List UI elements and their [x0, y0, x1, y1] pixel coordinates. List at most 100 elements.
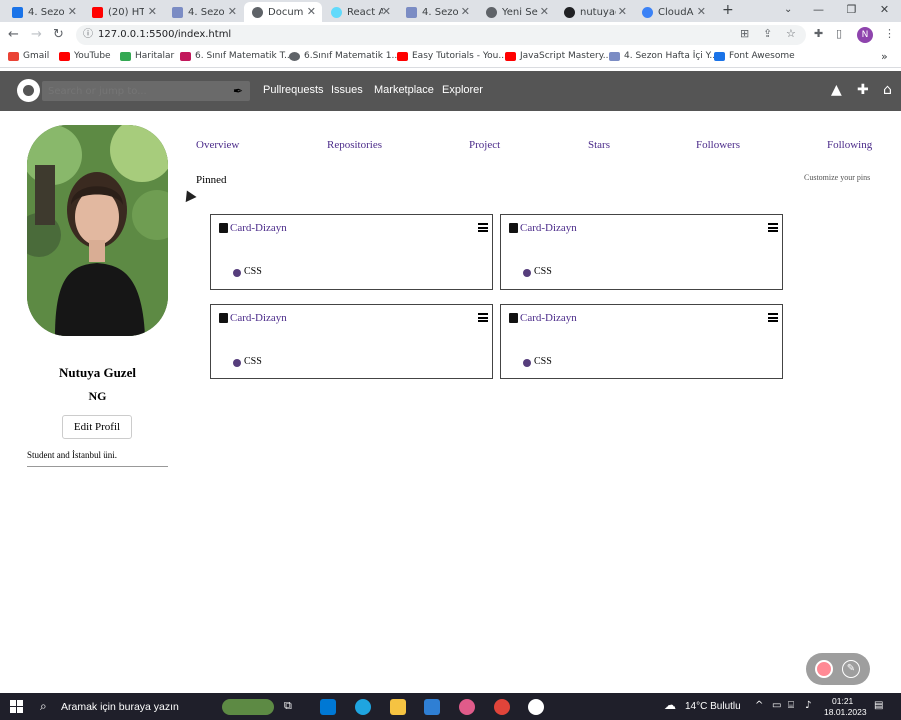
browser-profile-avatar[interactable]: N	[857, 27, 873, 43]
new-tab-icon[interactable]: +	[722, 2, 734, 18]
search-input[interactable]	[42, 81, 250, 101]
mail-icon[interactable]	[320, 699, 336, 715]
vscode-icon[interactable]	[424, 699, 440, 715]
hamburger-menu-icon[interactable]	[768, 313, 778, 324]
bookmark-item[interactable]: Gmail	[8, 51, 49, 61]
hamburger-menu-icon[interactable]	[768, 223, 778, 234]
bookmark-item[interactable]: 6. Sınıf Matematik T...	[180, 51, 293, 61]
slack-icon[interactable]	[459, 699, 475, 715]
bookmark-item[interactable]: Easy Tutorials - You...	[397, 51, 507, 61]
more-bookmarks-icon[interactable]: »	[881, 50, 888, 63]
translate-icon[interactable]: ⊞	[740, 27, 749, 40]
taskbar-search[interactable]: Aramak için buraya yazın	[61, 701, 179, 713]
bookmark-item[interactable]: Font Awesome	[714, 51, 795, 61]
share-icon[interactable]: ⇪	[763, 27, 772, 40]
extensions-icon[interactable]: ✚	[814, 27, 823, 40]
customize-pins-link[interactable]: Customize your pins	[804, 173, 870, 182]
close-tab-icon[interactable]: ✕	[148, 5, 157, 18]
browser-tab[interactable]: 4. Sezon ✕	[398, 2, 476, 22]
hamburger-menu-icon[interactable]	[478, 223, 488, 234]
close-tab-icon[interactable]: ✕	[68, 5, 77, 18]
close-tab-icon[interactable]: ✕	[697, 5, 706, 18]
volume-icon[interactable]: ♪	[805, 700, 811, 711]
nav-explorer[interactable]: Explorer	[442, 84, 483, 96]
tab-project[interactable]: Project	[469, 139, 500, 151]
github-logo-icon[interactable]	[17, 79, 40, 102]
minimize-icon[interactable]: —	[802, 0, 835, 22]
tray-app-icon[interactable]: ▭	[772, 700, 781, 711]
tab-repositories[interactable]: Repositories	[327, 139, 382, 151]
menu-dots-icon[interactable]: ⋮	[884, 27, 895, 40]
side-panel-icon[interactable]: ▯	[836, 27, 842, 40]
record-icon[interactable]	[815, 660, 833, 678]
browser-tab[interactable]: nutuyag ✕	[556, 2, 633, 22]
browser-tab[interactable]: Yeni Sekme ✕	[478, 2, 555, 22]
close-tab-icon[interactable]: ✕	[382, 5, 391, 18]
bookmark-item[interactable]: YouTube	[59, 51, 111, 61]
pinned-repo-card[interactable]: Card-Dizayn CSS	[500, 304, 783, 379]
pencil-icon[interactable]: ✎	[842, 660, 860, 678]
nav-marketplace[interactable]: Marketplace	[374, 84, 434, 96]
clock-date[interactable]: 18.01.2023	[824, 707, 867, 717]
browser-tab-active[interactable]: Document ✕	[244, 2, 322, 22]
repo-language: CSS	[244, 266, 262, 277]
bookmark-item[interactable]: JavaScript Mastery...	[505, 51, 611, 61]
pinned-repo-card[interactable]: Card-Dizayn CSS	[210, 214, 493, 290]
bell-icon[interactable]: ▲	[831, 82, 842, 98]
search-icon[interactable]: ⌕	[40, 699, 47, 714]
show-hidden-icons-icon[interactable]: ^	[755, 700, 763, 711]
tab-followers[interactable]: Followers	[696, 139, 740, 151]
notifications-icon[interactable]: ▤	[874, 700, 883, 711]
url-text: 127.0.0.1:5500/index.html	[98, 29, 232, 40]
bookmark-star-icon[interactable]: ☆	[786, 27, 796, 40]
forward-icon[interactable]: →	[31, 27, 42, 42]
plus-icon[interactable]: ✚	[857, 82, 869, 98]
bookmark-item[interactable]: Haritalar	[120, 51, 174, 61]
reload-icon[interactable]: ↻	[53, 27, 64, 42]
youtube-icon	[505, 51, 516, 61]
tab-overview[interactable]: Overview	[196, 139, 239, 151]
weather-text[interactable]: 14°C Bulutlu	[685, 701, 741, 712]
clock-time[interactable]: 01:21	[832, 696, 853, 706]
close-window-icon[interactable]: ✕	[868, 0, 901, 22]
widget-tree-icon[interactable]	[222, 699, 274, 715]
task-view-icon[interactable]: ⧉	[284, 699, 300, 715]
nav-issues[interactable]: Issues	[331, 84, 363, 96]
browser-tab[interactable]: (20) HTML ✕	[84, 2, 163, 22]
restore-icon[interactable]: ❐	[835, 0, 868, 22]
back-icon[interactable]: ←	[8, 27, 19, 42]
windows-start-icon[interactable]	[10, 700, 23, 713]
tab-following[interactable]: Following	[827, 139, 872, 151]
cloud-app-icon[interactable]	[528, 699, 544, 715]
file-explorer-icon[interactable]	[390, 699, 406, 715]
edge-icon[interactable]	[355, 699, 371, 715]
home-icon[interactable]: ⌂	[883, 82, 892, 98]
repo-name-link[interactable]: Card-Dizayn	[230, 312, 287, 324]
repo-name-link[interactable]: Card-Dizayn	[230, 222, 287, 234]
bookmark-item[interactable]: 4. Sezon Hafta İçi Y...	[609, 51, 718, 61]
close-tab-icon[interactable]: ✕	[540, 5, 549, 18]
nav-pullrequests[interactable]: Pullrequests	[263, 84, 324, 96]
browser-tab[interactable]: React Ap ✕	[323, 2, 397, 22]
bookmark-item[interactable]: 6.Sınıf Matematik 1...	[289, 51, 400, 61]
edit-profile-button[interactable]: Edit Profil	[62, 415, 132, 439]
flag-icon	[714, 51, 725, 61]
browser-tab[interactable]: CloudAp ✕	[634, 2, 712, 22]
close-tab-icon[interactable]: ✕	[307, 5, 316, 18]
chrome-icon[interactable]	[494, 699, 510, 715]
tab-search-icon[interactable]: ⌄	[784, 4, 792, 15]
address-bar[interactable]: ⓘ 127.0.0.1:5500/index.html	[76, 25, 806, 45]
site-info-icon[interactable]: ⓘ	[83, 25, 93, 45]
close-tab-icon[interactable]: ✕	[461, 5, 470, 18]
repo-name-link[interactable]: Card-Dizayn	[520, 222, 577, 234]
browser-tab[interactable]: 4. Sezon ✕	[164, 2, 243, 22]
browser-tab[interactable]: 4. Sezon ✕	[4, 2, 83, 22]
repo-name-link[interactable]: Card-Dizayn	[520, 312, 577, 324]
close-tab-icon[interactable]: ✕	[618, 5, 627, 18]
pinned-repo-card[interactable]: Card-Dizayn CSS	[210, 304, 493, 379]
close-tab-icon[interactable]: ✕	[228, 5, 237, 18]
hamburger-menu-icon[interactable]	[478, 313, 488, 324]
network-icon[interactable]: ⌸	[788, 700, 794, 711]
pinned-repo-card[interactable]: Card-Dizayn CSS	[500, 214, 783, 290]
tab-stars[interactable]: Stars	[588, 139, 610, 151]
